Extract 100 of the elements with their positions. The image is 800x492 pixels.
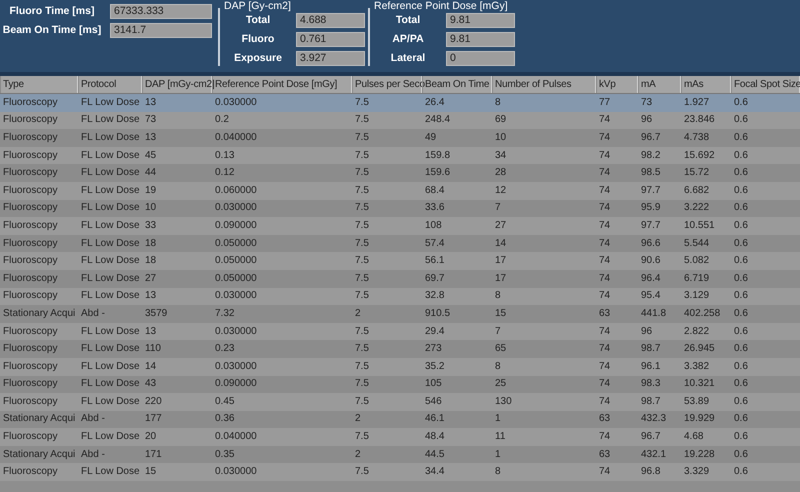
table-cell-text: 10 bbox=[144, 202, 158, 214]
field-label: Total bbox=[244, 14, 272, 26]
column-header[interactable]: Number of Pulses bbox=[492, 76, 596, 93]
table-cell-text: 63 bbox=[598, 448, 612, 461]
table-row[interactable]: Fluoroscopy FL Low Dose 15 0.030000 7.5 34.4 8 74 96.8 3.329 0.6 bbox=[0, 463, 800, 482]
table-cell-text: 0.12 bbox=[214, 167, 236, 180]
table-cell-text: 17 bbox=[494, 255, 508, 268]
table-cell-text: 44 bbox=[144, 167, 158, 180]
table-cell-text: Fluoroscopy bbox=[2, 202, 58, 214]
table-cell-text: 7.5 bbox=[354, 238, 370, 250]
table-cell-text: 7.32 bbox=[214, 308, 236, 320]
table-cell-text: 19.929 bbox=[683, 413, 716, 426]
column-header[interactable]: mAs bbox=[681, 76, 731, 93]
table-cell-text: 69.7 bbox=[424, 272, 446, 285]
table-cell-text: 1.927 bbox=[683, 96, 710, 109]
table-cell-text: 25 bbox=[494, 378, 508, 390]
table-cell-text: 0.6 bbox=[733, 431, 749, 444]
table-cell-text: 7.5 bbox=[354, 396, 370, 408]
column-header[interactable]: Protocol bbox=[78, 76, 142, 93]
table-cell-text: 15 bbox=[144, 466, 158, 478]
table-row[interactable]: Fluoroscopy FL Low Dose 13 0.030000 7.5 32.8 8 74 95.4 3.129 0.6 bbox=[0, 288, 800, 306]
table-cell-text: 6.682 bbox=[683, 184, 710, 197]
table-row[interactable]: Fluoroscopy FL Low Dose 14 0.030000 7.5 35.2 8 74 96.1 3.382 0.6 bbox=[0, 358, 800, 376]
table-cell-text: 3.382 bbox=[683, 360, 710, 373]
column-header[interactable]: mA bbox=[638, 76, 681, 93]
table-row[interactable]: Fluoroscopy FL Low Dose 20 0.040000 7.5 48.4 11 74 96.7 4.68 0.6 bbox=[0, 428, 800, 446]
table-cell-text: 0.6 bbox=[733, 413, 749, 426]
table-cell-text: 0.6 bbox=[733, 308, 749, 320]
table-cell-text: 0.45 bbox=[214, 396, 236, 408]
table-cell-text: 15.692 bbox=[683, 150, 716, 162]
table-cell-text: 3579 bbox=[144, 308, 168, 320]
table-cell-text: 0.13 bbox=[214, 150, 236, 162]
table-row[interactable]: Fluoroscopy FL Low Dose 73 0.2 7.5 248.4 69 74 96 23.846 0.6 bbox=[0, 112, 800, 130]
table-cell-text: 546 bbox=[424, 396, 443, 408]
table-cell-text: 441.8 bbox=[640, 308, 668, 320]
table-cell-text: Fluoroscopy bbox=[2, 343, 58, 356]
table-cell-text: 0.6 bbox=[733, 238, 749, 250]
table-cell-text: 0.6 bbox=[733, 326, 749, 338]
table-cell-text: FL Low Dose bbox=[80, 255, 141, 268]
table-cell-text: 0.090000 bbox=[214, 220, 258, 232]
table-cell-text: 97.7 bbox=[640, 184, 662, 197]
table-cell-text: Fluoroscopy bbox=[2, 431, 58, 444]
table-cell-text: 96.7 bbox=[640, 431, 662, 444]
table-cell-text: 8 bbox=[494, 360, 502, 373]
table-cell-text: FL Low Dose bbox=[80, 114, 141, 126]
table-cell-text: 0.6 bbox=[733, 343, 749, 356]
table-cell-text: 74 bbox=[598, 167, 612, 180]
table-cell-text: 43 bbox=[144, 378, 158, 390]
table-cell-text: Abd - bbox=[80, 413, 106, 426]
table-cell-text: 7.5 bbox=[354, 378, 370, 390]
table-cell-text: 432.1 bbox=[640, 448, 668, 461]
table-cell-text: 95.9 bbox=[640, 202, 662, 214]
table-cell-text: 13 bbox=[144, 132, 158, 144]
table-cell-text: 0.030000 bbox=[214, 466, 258, 478]
table-row[interactable]: Fluoroscopy FL Low Dose 19 0.060000 7.5 68.4 12 74 97.7 6.682 0.6 bbox=[0, 182, 800, 200]
table-cell-text: 8 bbox=[494, 96, 502, 109]
table-row[interactable]: Fluoroscopy FL Low Dose 45 0.13 7.5 159.8 34 74 98.2 15.692 0.6 bbox=[0, 146, 800, 164]
table-cell-text: 98.7 bbox=[640, 396, 662, 408]
table-row[interactable]: Fluoroscopy FL Low Dose 13 0.030000 7.5 29.4 7 74 96 2.822 0.6 bbox=[0, 322, 800, 340]
column-header[interactable]: Beam On Time bbox=[422, 76, 492, 93]
table-cell-text: 7.5 bbox=[354, 326, 370, 338]
column-header[interactable]: Reference Point Dose [mGy] bbox=[212, 76, 352, 93]
table-cell-text: 4.68 bbox=[683, 431, 704, 444]
table-cell-text: FL Low Dose bbox=[80, 290, 141, 302]
table-cell-text: 7.5 bbox=[354, 167, 370, 180]
table-cell-text: FL Low Dose bbox=[80, 202, 141, 214]
table-row[interactable]: Fluoroscopy FL Low Dose 33 0.090000 7.5 108 27 74 97.7 10.551 0.6 bbox=[0, 217, 800, 235]
table-row[interactable]: Fluoroscopy FL Low Dose 18 0.050000 7.5 56.1 17 74 90.6 5.082 0.6 bbox=[0, 252, 800, 270]
column-header[interactable]: DAP [mGy-cm2] bbox=[142, 76, 212, 93]
table-cell-text: Abd - bbox=[80, 308, 106, 320]
table-cell-text: 0.6 bbox=[733, 167, 749, 180]
table-cell-text: Fluoroscopy bbox=[2, 396, 58, 408]
table-cell-text: 18 bbox=[144, 255, 158, 268]
table-cell-text: 0.6 bbox=[733, 150, 749, 162]
table-cell-text: 35.2 bbox=[424, 360, 446, 373]
table-cell-text: 0.6 bbox=[733, 202, 749, 214]
table-row[interactable]: Fluoroscopy FL Low Dose 220 0.45 7.5 546 130 74 98.7 53.89 0.6 bbox=[0, 393, 800, 411]
table-cell-text: 46.1 bbox=[424, 413, 446, 426]
table-cell-text: 98.5 bbox=[640, 167, 662, 180]
table-cell-text: 0.2 bbox=[214, 114, 230, 126]
table-cell-text: Fluoroscopy bbox=[2, 114, 58, 126]
table-row[interactable]: Fluoroscopy FL Low Dose 13 0.030000 7.5 26.4 8 77 73 1.927 0.6 bbox=[0, 94, 800, 112]
table-cell-text: FL Low Dose bbox=[80, 167, 141, 180]
group-title: DAP [Gy-cm2] bbox=[224, 0, 292, 13]
table-cell-text: 74 bbox=[598, 202, 612, 214]
table-cell-text: 910.5 bbox=[424, 308, 452, 320]
table-cell-text: 248.4 bbox=[424, 114, 452, 126]
table-row[interactable]: Stationary Acqui Abd - 177 0.36 2 46.1 1 63 432.3 19.929 0.6 bbox=[0, 410, 800, 428]
table-cell-text: FL Low Dose bbox=[80, 184, 141, 197]
table-cell-text: 159.8 bbox=[424, 150, 452, 162]
column-header[interactable]: Type bbox=[0, 76, 78, 93]
table-cell-text: 29.4 bbox=[424, 326, 446, 338]
table-cell-text: 1 bbox=[494, 413, 502, 426]
table-cell-text: 49 bbox=[424, 132, 438, 144]
column-header[interactable]: kVp bbox=[596, 76, 638, 93]
table-cell-text: 4.738 bbox=[683, 132, 710, 144]
table-cell-text: Fluoroscopy bbox=[2, 96, 58, 109]
table-cell-text: 7.5 bbox=[354, 431, 370, 444]
table-cell-text: 130 bbox=[494, 396, 513, 408]
table-cell-text: 0.6 bbox=[733, 132, 749, 144]
